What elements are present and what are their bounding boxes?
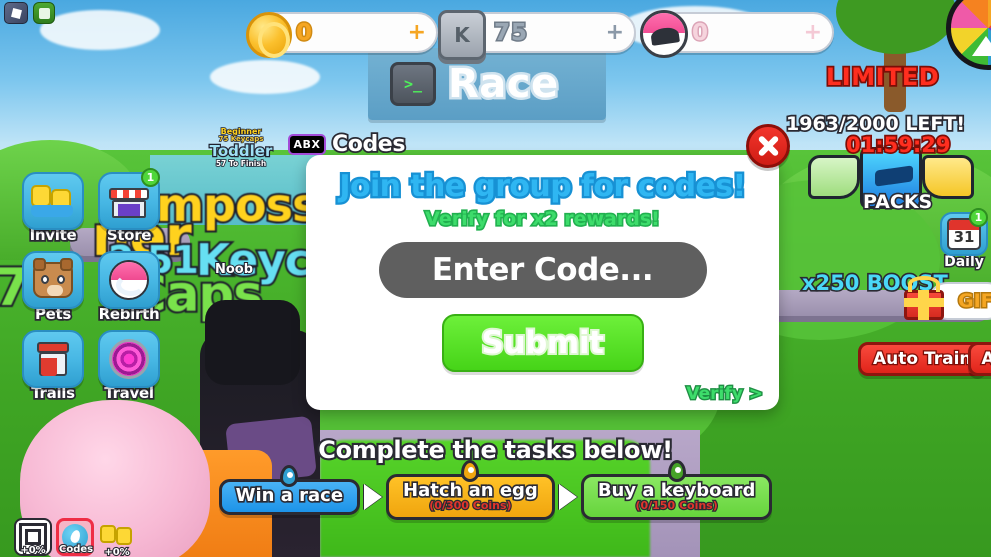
maze-icon[interactable]: +0% <box>14 518 52 557</box>
sidebar-tile[interactable] <box>22 251 84 309</box>
task-arrow-icon <box>558 484 577 511</box>
auto-secondary-label: A <box>980 348 991 371</box>
eggs-value: 0 <box>690 18 710 47</box>
task-label: Win a race <box>234 485 345 507</box>
code-input[interactable]: Enter Code... <box>378 242 707 298</box>
race-label: Race <box>446 59 561 110</box>
task-pin-icon <box>667 460 686 482</box>
friends-icon[interactable]: +0% <box>98 518 136 557</box>
task-pin-icon <box>280 465 299 488</box>
eggs-add-button[interactable]: + <box>804 21 822 43</box>
keycap-icon-letter: K <box>454 23 470 47</box>
travel-icon <box>109 339 149 379</box>
keycaps-value: 75 <box>492 18 529 47</box>
codes-taskbar-label: Codes <box>58 543 94 556</box>
cloud <box>210 60 320 94</box>
submit-label: Submit <box>480 323 606 363</box>
pack-wing-left <box>808 155 860 199</box>
gift-icon <box>900 276 948 322</box>
abx-badge: ABX <box>288 134 326 155</box>
packs-timer: 01:59:29 <box>844 131 952 158</box>
egg-icon <box>640 10 688 58</box>
task-progress: (0/300 Coins) <box>428 498 513 512</box>
codes-subheadline: Verify for x2 rewards! <box>424 206 662 231</box>
limited-label: LIMITED <box>824 61 940 92</box>
task-chip-win-a-race[interactable]: Win a race <box>218 465 361 516</box>
friends-label: +0% <box>103 546 131 557</box>
codes-icon[interactable]: Codes <box>56 518 94 556</box>
currency-eggs[interactable]: 0 + <box>640 10 834 58</box>
chat-icon[interactable] <box>33 2 55 24</box>
cloud <box>40 10 160 50</box>
packs-stock-left: 1963/2000 LEFT! <box>784 111 966 136</box>
keycaps-add-button[interactable]: + <box>606 21 624 43</box>
auto-train-label: Auto Train <box>872 348 973 371</box>
game-screen: 7 ner Impossible 2.51 Keyca Caps Noob Be… <box>0 0 991 557</box>
roblox-menu-icon[interactable] <box>4 2 28 24</box>
nameplate-finish: 57 To Finish <box>215 159 267 169</box>
race-banner[interactable]: Race <box>368 48 606 120</box>
coins-value: 0 <box>294 18 314 47</box>
sidebar-item-trails[interactable]: Trails <box>16 330 90 407</box>
packs-label: PACKS <box>861 189 933 214</box>
store-icon <box>99 176 159 228</box>
sidebar-item-rebirth[interactable]: Rebirth <box>92 251 166 328</box>
verify-link[interactable]: Verify > <box>685 383 764 406</box>
daily-reward-button[interactable]: 31 1 Daily <box>938 208 990 272</box>
sidebar-item-invite[interactable]: Invite <box>16 172 90 249</box>
task-chip-buy-a-keyboard[interactable]: Buy a keyboard (0/150 Coins) <box>580 460 773 521</box>
pet-icon <box>33 258 73 298</box>
sidebar-item-travel[interactable]: Travel <box>92 330 166 407</box>
codes-dialog-header: ABX Codes <box>288 130 407 159</box>
maze-label: +0% <box>19 544 47 557</box>
tasks-title: Complete the tasks below! <box>316 434 675 466</box>
left-sidebar: Invite 1 Store Pets Rebirth Trails Trave… <box>16 168 166 407</box>
nameplate-name: Toddler <box>208 141 273 160</box>
store-badge: 1 <box>141 168 160 187</box>
sidebar-tile[interactable] <box>22 172 84 230</box>
player-nameplate: Beginner 75 Keycaps Toddler 57 To Finish <box>196 126 286 169</box>
computer-terminal-icon <box>390 62 436 106</box>
close-icon[interactable] <box>746 124 790 168</box>
daily-tile[interactable]: 31 1 <box>940 208 988 256</box>
codes-headline: Join the group for codes! <box>337 167 748 207</box>
coins-add-button[interactable]: + <box>408 21 426 43</box>
avatar-head <box>205 300 300 385</box>
task-arrow-icon <box>364 484 383 511</box>
coin-icon <box>246 12 292 58</box>
sidebar-tile[interactable] <box>98 251 160 309</box>
invite-icon <box>31 185 75 217</box>
codes-dialog: Join the group for codes! Verify for x2 … <box>306 155 779 410</box>
sidebar-item-store[interactable]: 1 Store <box>92 168 166 249</box>
task-pin-icon <box>461 460 480 482</box>
submit-button[interactable]: Submit <box>441 314 644 372</box>
rebirth-icon <box>109 260 149 300</box>
auto-secondary-button[interactable]: A <box>968 342 991 376</box>
calendar-day: 31 <box>953 228 975 246</box>
gift-label: GIFT <box>957 289 991 314</box>
sidebar-tile[interactable]: 1 <box>98 168 160 230</box>
keycap-icon: K <box>438 10 486 60</box>
currency-hud: 0 + K 75 + 0 + <box>246 10 834 60</box>
task-progress: (0/150 Coins) <box>634 498 719 512</box>
tasks-section: Complete the tasks below! Win a race Hat… <box>0 434 991 521</box>
sidebar-item-pets[interactable]: Pets <box>16 251 90 328</box>
abx-badge-label: ABX <box>293 138 321 151</box>
code-input-placeholder: Enter Code... <box>431 252 654 288</box>
sidebar-tile[interactable] <box>98 330 160 388</box>
currency-keycaps[interactable]: K 75 + <box>438 10 636 60</box>
bottom-taskbar: +0% Codes +0% <box>14 518 136 557</box>
daily-label: Daily <box>943 253 986 272</box>
tasks-row: Win a race Hatch an egg (0/300 Coins) Bu… <box>0 460 991 521</box>
sidebar-tile[interactable] <box>22 330 84 388</box>
currency-coins[interactable]: 0 + <box>246 12 438 58</box>
codes-dialog-title: Codes <box>330 130 407 159</box>
spin-wheel-marker <box>972 36 991 56</box>
trail-icon <box>35 340 71 378</box>
bg-word-noob: Noob <box>214 261 254 278</box>
task-chip-hatch-an-egg[interactable]: Hatch an egg (0/300 Coins) <box>386 460 555 521</box>
daily-badge: 1 <box>969 208 988 227</box>
